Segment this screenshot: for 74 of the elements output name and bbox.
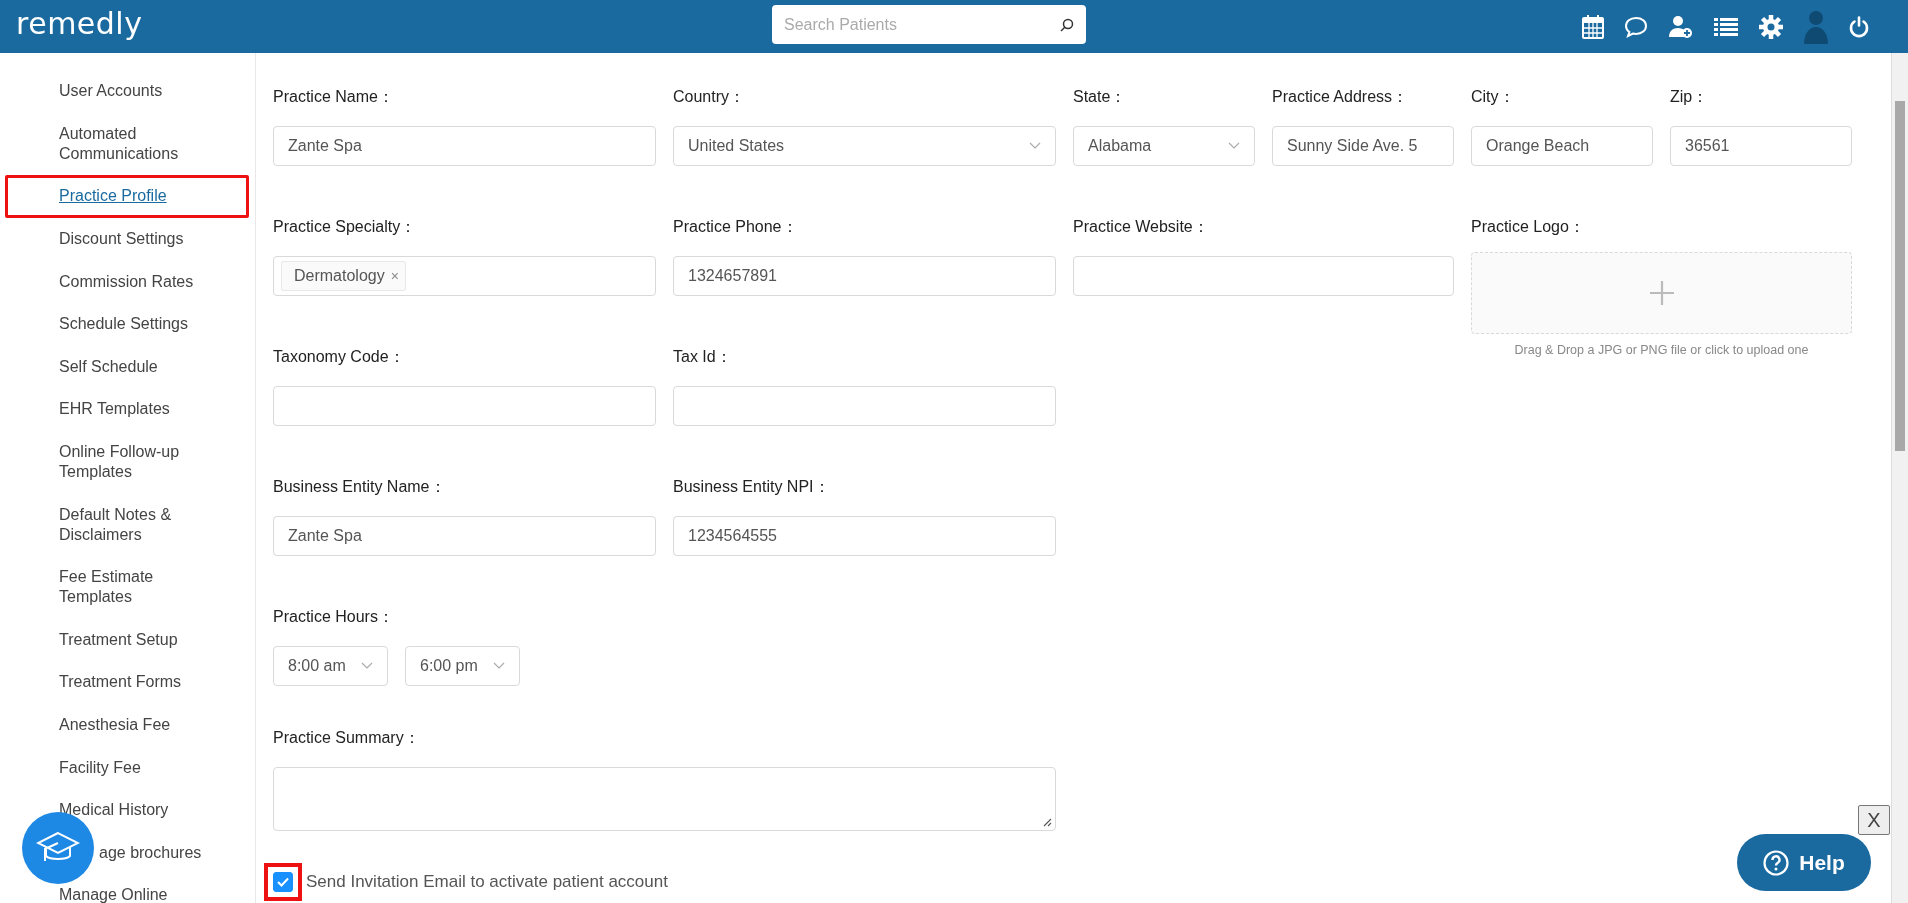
checkmark-icon — [277, 877, 289, 887]
invite-checkbox[interactable] — [273, 872, 293, 892]
field-label: Practice Logo： — [1471, 217, 1586, 237]
sidebar-item[interactable]: Self Schedule — [5, 345, 249, 389]
sidebar-item[interactable]: Treatment Forms — [5, 661, 249, 704]
plus-icon — [1649, 281, 1674, 305]
field-label: State： — [1073, 87, 1128, 107]
select-field[interactable]: Alabama — [1073, 126, 1255, 166]
sidebar-item[interactable]: Practice Profile — [5, 175, 249, 218]
text-field[interactable]: Zante Spa — [273, 516, 656, 556]
sidebar-item[interactable]: EHR Templates — [5, 388, 249, 431]
field-label: Zip： — [1670, 87, 1710, 107]
sidebar-item[interactable]: Manage Online — [5, 874, 249, 903]
text-field[interactable]: 1324657891 — [673, 256, 1056, 296]
list-icon[interactable] — [1714, 16, 1738, 37]
question-icon — [1763, 849, 1790, 876]
text-field[interactable]: Orange Beach — [1471, 126, 1653, 166]
sidebar-item[interactable]: Discount Settings — [5, 217, 249, 261]
field-label: Business Entity NPI： — [673, 477, 831, 497]
chevron-down-icon — [1228, 142, 1240, 150]
upload-hint: Drag & Drop a JPG or PNG file or click to upload one — [1513, 343, 1810, 357]
field-label: Tax Id： — [673, 347, 733, 367]
select-field[interactable]: United States — [673, 126, 1056, 166]
text-field[interactable]: Zante Spa — [273, 126, 656, 166]
sidebar-item[interactable]: Default Notes & Disclaimers — [5, 493, 249, 556]
search-icon[interactable] — [1060, 18, 1074, 32]
text-field[interactable]: Sunny Side Ave. 5 — [1272, 126, 1454, 166]
field-label: Taxonomy Code： — [273, 347, 406, 367]
tags-field[interactable]: Dermatology × — [273, 256, 656, 296]
field-label: Practice Name： — [273, 87, 395, 107]
sidebar-item[interactable]: Online Follow-up Templates — [5, 430, 249, 494]
field-label: Practice Website： — [1073, 217, 1210, 237]
chevron-down-icon — [493, 662, 505, 670]
search-field[interactable]: Search Patients — [772, 5, 1086, 44]
chat-bubble-icon[interactable] — [1624, 15, 1648, 38]
sidebar-item[interactable]: Automated Communications — [5, 112, 249, 176]
time-select[interactable]: 8:00 am — [273, 646, 388, 686]
specialty-tag: Dermatology × — [281, 261, 406, 291]
text-field[interactable] — [673, 386, 1056, 426]
text-field[interactable] — [273, 386, 656, 426]
chevron-down-icon — [1029, 142, 1041, 150]
sidebar-item[interactable]: Medical History — [5, 788, 249, 832]
sidebar-item[interactable]: User Accounts — [5, 70, 249, 113]
help-button[interactable]: Help — [1737, 834, 1871, 891]
resize-handle-icon[interactable] — [1043, 818, 1052, 827]
field-label: Practice Summary： — [273, 728, 421, 748]
scrollbar-thumb[interactable] — [1895, 101, 1905, 451]
power-icon[interactable] — [1848, 15, 1870, 38]
field-label: City： — [1471, 87, 1516, 107]
sidebar-item[interactable]: Schedule Settings — [5, 302, 249, 346]
time-select[interactable]: 6:00 pm — [405, 646, 520, 686]
sidebar-item[interactable]: Anesthesia Fee — [5, 703, 249, 747]
sidebar-item[interactable]: Commission Rates — [5, 260, 249, 303]
field-label: Practice Hours： — [273, 607, 395, 627]
app-logo: remedly — [16, 6, 143, 41]
sidebar-item[interactable]: Fee Estimate Templates — [5, 555, 249, 619]
close-button[interactable]: X — [1858, 805, 1890, 835]
sidebar-item[interactable]: Facility Fee — [5, 746, 249, 789]
chevron-down-icon — [361, 662, 373, 670]
field-label: Practice Phone： — [673, 217, 799, 237]
sidebar-item[interactable]: Treatment Setup — [5, 618, 249, 662]
tag-remove-button[interactable]: × — [390, 268, 399, 284]
text-field[interactable] — [1073, 256, 1454, 296]
field-label: Practice Specialty： — [273, 217, 418, 237]
settings-icon[interactable] — [1758, 13, 1784, 40]
text-field[interactable]: 36561 — [1670, 126, 1852, 166]
calendar-icon[interactable] — [1582, 14, 1604, 39]
field-label: Country： — [673, 87, 747, 107]
sidebar-item[interactable]: age brochures — [5, 831, 249, 875]
text-field[interactable]: 1234564555 — [673, 516, 1056, 556]
field-label: Practice Address： — [1272, 87, 1410, 107]
invite-label: Send Invitation Email to activate patient account — [306, 872, 668, 892]
field-label: Business Entity Name： — [273, 477, 447, 497]
add-user-icon[interactable] — [1668, 14, 1694, 39]
